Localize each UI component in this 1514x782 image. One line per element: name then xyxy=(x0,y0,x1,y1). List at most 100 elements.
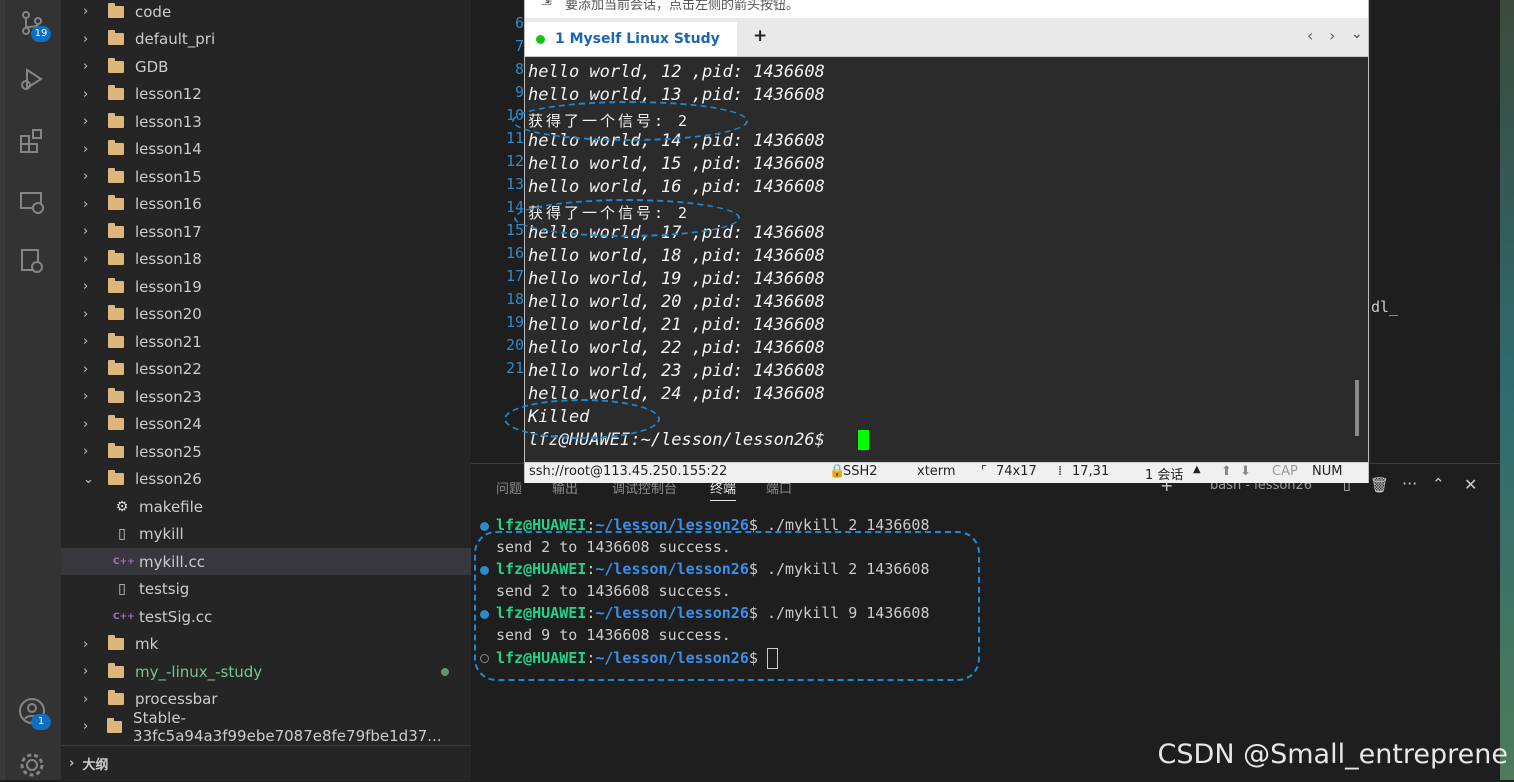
add-session-icon[interactable]: ⇲ xyxy=(541,0,552,9)
explorer-folder[interactable]: › my_-linux_-study xyxy=(61,658,471,685)
arrow-down-icon[interactable]: ⬇ xyxy=(1240,464,1251,479)
more-actions-icon[interactable]: ··· xyxy=(1402,474,1417,493)
xshell-output-line: hello world, 18 ,pid: 1436608 xyxy=(528,246,825,266)
explorer-folder[interactable]: › lesson18 xyxy=(61,246,471,273)
explorer-folder[interactable]: › lesson12 xyxy=(61,81,471,108)
explorer-file[interactable]: C++ mykill.cc xyxy=(61,548,471,575)
xshell-output-line: hello world, 19 ,pid: 1436608 xyxy=(528,269,825,289)
xshell-output-line: hello world, 21 ,pid: 1436608 xyxy=(528,315,825,335)
run-debug-icon[interactable] xyxy=(15,62,49,96)
explorer-item-label: mykill.cc xyxy=(139,552,205,571)
chevron-right-icon: › xyxy=(83,719,89,734)
command-decoration-icon[interactable] xyxy=(480,522,489,531)
chevron-right-icon: › xyxy=(83,4,89,19)
file-icon: ▯ xyxy=(118,581,126,597)
folder-icon xyxy=(108,112,124,128)
chevron-right-icon: › xyxy=(83,361,89,377)
trash-icon[interactable]: 🗑 xyxy=(1370,476,1389,494)
explorer-folder[interactable]: › default_pri xyxy=(61,26,471,53)
outline-section-header[interactable]: › 大纲 xyxy=(61,745,471,781)
status-cursor: 17,31 xyxy=(1072,464,1110,479)
xshell-output-line: hello world, 20 ,pid: 1436608 xyxy=(528,292,825,312)
tab-list-chevron-down-icon[interactable]: ⌄ xyxy=(1351,26,1363,42)
explorer-folder[interactable]: › lesson24 xyxy=(61,411,471,438)
line-number: 21 xyxy=(505,359,524,377)
explorer-item-label: lesson18 xyxy=(135,250,202,268)
sessions-menu-icon[interactable]: ▲ xyxy=(1193,464,1201,475)
outline-label: 大纲 xyxy=(82,758,109,773)
chevron-right-icon: › xyxy=(83,114,89,129)
explorer-folder[interactable]: › lesson19 xyxy=(61,273,471,300)
explorer-folder[interactable]: › lesson14 xyxy=(61,136,471,163)
explorer-folder[interactable]: › lesson25 xyxy=(61,438,471,465)
remote-explorer-icon[interactable] xyxy=(15,186,49,220)
arrow-up-icon[interactable]: ⬆ xyxy=(1221,464,1232,479)
annotation-ellipse xyxy=(512,101,748,141)
maximize-panel-icon[interactable]: ⌃ xyxy=(1432,475,1445,493)
explorer-folder[interactable]: › lesson13 xyxy=(61,108,471,135)
folder-icon xyxy=(108,277,124,293)
explorer-folder[interactable]: › lesson22 xyxy=(61,356,471,383)
folder-icon xyxy=(108,635,124,650)
explorer-file[interactable]: ⚙ makefile xyxy=(61,493,471,520)
explorer-folder[interactable]: › lesson21 xyxy=(61,328,471,355)
explorer-item-label: lesson15 xyxy=(135,167,202,186)
explorer-file[interactable]: ▯ mykill xyxy=(61,521,471,548)
explorer-file[interactable]: ▯ testsig xyxy=(61,576,471,603)
status-sessions[interactable]: 1 会话 xyxy=(1145,464,1183,483)
close-panel-icon[interactable]: ✕ xyxy=(1464,475,1477,494)
explorer-file[interactable]: C++ testSig.cc xyxy=(61,603,471,630)
line-number: 18 xyxy=(505,290,524,308)
cpp-file-icon: C++ xyxy=(113,611,135,622)
status-num: NUM xyxy=(1312,464,1343,479)
extensions-icon[interactable] xyxy=(15,124,49,158)
explorer-item-label: testsig xyxy=(139,580,190,598)
line-number: 9 xyxy=(514,83,524,101)
explorer-folder[interactable]: › lesson16 xyxy=(61,191,471,218)
explorer-folder[interactable]: › lesson15 xyxy=(61,163,471,190)
explorer-folder-open[interactable]: ⌄ lesson26 xyxy=(61,466,471,493)
folder-icon xyxy=(108,690,124,705)
folder-icon xyxy=(108,2,124,18)
chevron-right-icon: › xyxy=(83,251,89,267)
tab-scroll-left-icon[interactable]: ‹ xyxy=(1307,26,1313,45)
annotation-ellipse xyxy=(504,399,660,439)
panel-tab[interactable]: 问题 xyxy=(496,478,522,497)
terminal-scrollbar[interactable] xyxy=(1355,380,1359,436)
minimap[interactable]: dl_ xyxy=(1370,0,1501,463)
folder-icon xyxy=(108,415,124,430)
folder-icon xyxy=(107,717,123,733)
settings-gear-icon[interactable] xyxy=(15,748,49,782)
explorer-item-label: lesson25 xyxy=(135,442,202,461)
chevron-right-icon: › xyxy=(83,59,89,74)
source-control-icon[interactable]: 19 xyxy=(15,6,51,42)
new-tab-button[interactable]: + xyxy=(753,26,767,46)
line-number: 7 xyxy=(514,37,524,55)
explorer-folder[interactable]: › lesson20 xyxy=(61,301,471,328)
explorer-folder[interactable]: › Stable-33fc5a94a3f99ebe7087e8fe79fbe1d3… xyxy=(61,709,471,745)
folder-icon xyxy=(108,332,124,348)
account-icon[interactable]: 1 xyxy=(15,694,51,730)
tab-scroll-right-icon[interactable]: › xyxy=(1329,26,1335,45)
explorer-folder[interactable]: › code xyxy=(61,0,471,25)
explorer-folder[interactable]: › lesson17 xyxy=(61,218,471,245)
explorer-folder[interactable]: › GDB xyxy=(61,53,471,80)
explorer-item-label: Stable-33fc5a94a3f99ebe7087e8fe79fbe1d37… xyxy=(133,708,442,745)
folder-icon xyxy=(108,140,124,155)
explorer-item-label: mk xyxy=(135,635,159,653)
terminal-cursor xyxy=(858,430,869,450)
makefile-icon: ⚙ xyxy=(115,498,129,515)
status-protocol: SSH2 xyxy=(843,464,878,479)
explorer-item-label: code xyxy=(135,2,172,21)
explorer-item-label: testSig.cc xyxy=(139,607,213,626)
chevron-right-icon: › xyxy=(83,196,89,212)
folder-icon xyxy=(108,662,124,678)
explorer-folder[interactable]: › lesson23 xyxy=(61,383,471,410)
folder-icon xyxy=(108,442,124,458)
explorer-folder[interactable]: › mk xyxy=(61,631,471,658)
explorer-item-label: mykill xyxy=(139,525,184,543)
tab-myself-linux-study[interactable]: 1 Myself Linux Study xyxy=(525,22,737,56)
testing-icon[interactable] xyxy=(15,244,49,278)
chevron-right-icon: › xyxy=(83,416,89,432)
chevron-right-icon: › xyxy=(83,31,89,47)
